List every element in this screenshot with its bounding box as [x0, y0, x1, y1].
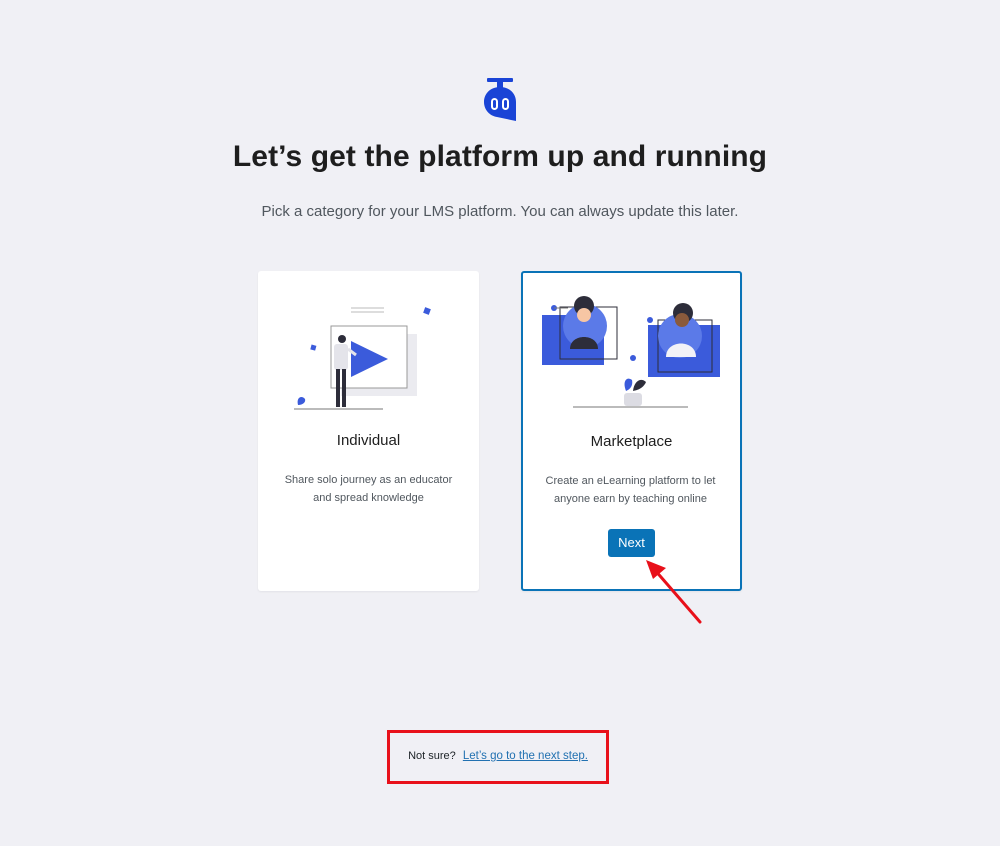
card-description: Share solo journey as an educator and sp…: [284, 474, 453, 504]
page-subtitle: Pick a category for your LMS platform. Y…: [261, 203, 739, 220]
annotation-highlight-box: Not sure? Let’s go to the next step.: [387, 730, 609, 784]
card-title: Marketplace: [590, 433, 673, 450]
skip-link[interactable]: Let’s go to the next step.: [463, 750, 588, 762]
page-title: Let’s get the platform up and running: [232, 140, 768, 173]
footer-prompt: Not sure?: [408, 750, 456, 762]
annotation-arrow-icon: [646, 560, 702, 624]
individual-illustration: [294, 307, 431, 410]
card-title: Individual: [336, 432, 401, 449]
category-card-marketplace[interactable]: Marketplace Create an eLearning platform…: [521, 271, 742, 591]
marketplace-illustration: [542, 296, 720, 408]
brand-logo-icon: [484, 78, 516, 121]
footer-skip: Not sure? Let’s go to the next step.: [390, 750, 606, 762]
category-card-individual[interactable]: Individual Share solo journey as an educ…: [258, 271, 479, 591]
card-description: Create an eLearning platform to let anyo…: [545, 475, 716, 505]
next-button[interactable]: Next: [608, 529, 655, 557]
